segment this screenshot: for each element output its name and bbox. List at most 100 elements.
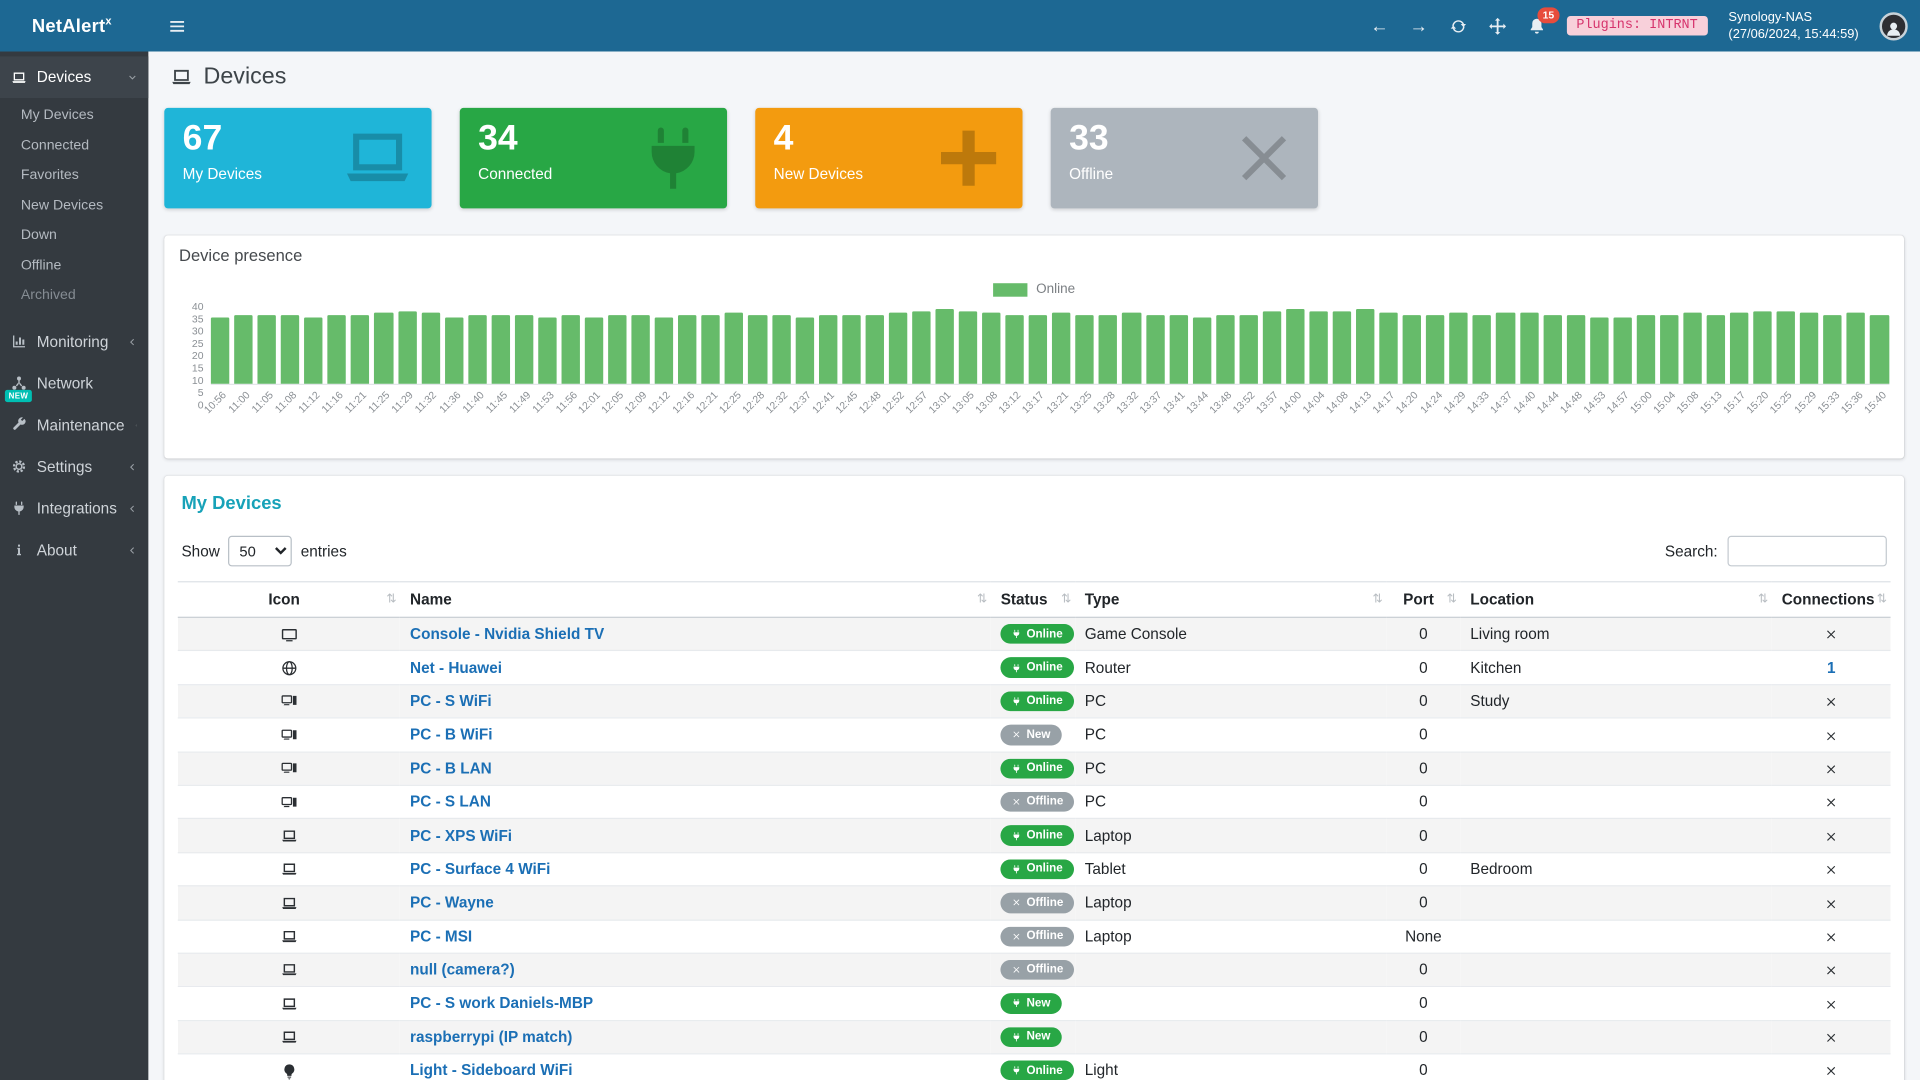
nav-back-button[interactable]: ← [1370,17,1388,35]
device-type-icon [280,1029,297,1046]
status-badge: Offline [1001,792,1075,812]
sidebar-item-settings[interactable]: Settings [0,446,148,488]
device-name-link[interactable]: PC - XPS WiFi [410,827,512,844]
no-connections-icon [1824,830,1837,843]
stat-card[interactable]: 4 New Devices [755,108,1022,209]
chart-bar [678,315,696,384]
x-tick: 11:45 [483,389,510,416]
col-header-connections[interactable]: Connections⇅ [1772,582,1891,618]
device-location [1460,718,1771,752]
no-connections-icon [1824,863,1837,876]
device-name-link[interactable]: PC - MSI [410,928,472,945]
chart-bar [445,317,463,384]
sort-icon: ⇅ [977,593,987,606]
connections-link[interactable]: 1 [1827,659,1836,676]
sidebar-item-maintenance[interactable]: Maintenance [0,404,148,446]
chart-bar [935,309,953,384]
sidebar-item-label: Integrations [37,500,117,517]
sidebar-item-label: Maintenance [37,416,125,433]
sidebar-item-down[interactable]: Down [0,221,148,251]
device-type: Light [1075,1054,1386,1080]
avatar[interactable] [1880,12,1908,40]
x-tick: 11:12 [296,389,323,416]
device-name-link[interactable]: Console - Nvidia Shield TV [410,626,604,643]
x-tick: 11:56 [553,389,580,416]
status-icon [1012,696,1022,706]
device-connections [1772,886,1891,920]
sidebar-item-devices[interactable]: Devices [0,56,148,98]
sidebar-item-integrations[interactable]: Integrations [0,487,148,529]
chart-bar [1006,315,1024,384]
device-connections [1772,920,1891,954]
status-badge: Online [1001,859,1074,879]
sidebar-item-favorites[interactable]: Favorites [0,161,148,191]
device-port: 0 [1386,1020,1460,1054]
hamburger-icon [168,17,186,35]
device-port: 0 [1386,1054,1460,1080]
search-label: Search: [1665,543,1718,560]
device-name-link[interactable]: PC - Surface 4 WiFi [410,861,550,878]
search-input[interactable] [1728,536,1887,567]
col-header-type[interactable]: Type⇅ [1075,582,1386,618]
move-icon [1488,17,1506,35]
gear-icon [11,459,27,475]
new-version-badge[interactable]: NEW [5,390,32,402]
brand-logo[interactable]: NetAlertx [0,0,148,51]
sidebar-item-archived[interactable]: Archived [0,281,148,311]
chart-bar [374,313,392,384]
device-name-link[interactable]: null (camera?) [410,961,515,978]
plugins-status-badge[interactable]: Plugins: INTRNT [1567,16,1708,36]
chart-bar [1473,315,1491,384]
device-name-link[interactable]: PC - Wayne [410,894,494,911]
sidebar-item-offline[interactable]: Offline [0,251,148,281]
x-tick: 11:49 [506,389,533,416]
x-tick: 11:40 [459,389,486,416]
device-name-link[interactable]: Light - Sideboard WiFi [410,1062,572,1079]
col-header-location[interactable]: Location⇅ [1460,582,1771,618]
device-type: PC [1075,684,1386,718]
device-name-link[interactable]: raspberrypi (IP match) [410,1029,572,1046]
notifications-button[interactable]: 15 [1527,17,1545,35]
sidebar-item-connected[interactable]: Connected [0,131,148,161]
entries-label: entries [301,543,347,560]
chart-legend[interactable]: Online [179,282,1889,297]
stat-card[interactable]: 34 Connected [460,108,727,209]
sort-icon: ⇅ [1372,593,1382,606]
col-header-icon[interactable]: Icon⇅ [178,582,400,618]
stat-card[interactable]: 33 Offline [1051,108,1318,209]
page-length-select[interactable]: 50 [228,536,292,567]
device-name-link[interactable]: PC - S work Daniels-MBP [410,995,593,1012]
device-connections [1772,1054,1891,1080]
device-name-link[interactable]: Net - Huawei [410,659,502,676]
refresh-button[interactable] [1449,17,1467,35]
col-header-name[interactable]: Name⇅ [400,582,991,618]
devices-submenu: My Devices Connected Favorites New Devic… [0,98,148,321]
nav-forward-button[interactable]: → [1410,17,1428,35]
sidebar-item-about[interactable]: About [0,529,148,571]
chart-bar [632,315,650,384]
no-connections-icon [1824,796,1837,809]
chart-bar [1753,311,1771,384]
device-name-link[interactable]: PC - B WiFi [410,726,492,743]
table-row: PC - Wayne Offline Laptop 0 [178,886,1891,920]
col-header-port[interactable]: Port⇅ [1386,582,1460,618]
x-tick: 11:00 [226,389,253,416]
chart-bar [1613,317,1631,384]
sidebar-item-monitoring[interactable]: Monitoring [0,321,148,363]
device-name-link[interactable]: PC - S WiFi [410,693,492,710]
sidebar-item-my-devices[interactable]: My Devices [0,101,148,131]
sidebar-item-new-devices[interactable]: New Devices [0,191,148,221]
device-type: PC [1075,785,1386,819]
chart-bar [1379,313,1397,384]
device-connections [1772,752,1891,786]
device-connections [1772,1020,1891,1054]
sidebar-toggle-button[interactable] [168,17,186,35]
chart-bar [421,313,439,384]
chart-bar [655,317,673,384]
stat-card[interactable]: 67 My Devices [164,108,431,209]
y-tick: 30 [192,325,204,337]
col-header-status[interactable]: Status⇅ [991,582,1075,618]
device-name-link[interactable]: PC - S LAN [410,793,491,810]
device-name-link[interactable]: PC - B LAN [410,760,492,777]
move-button[interactable] [1488,17,1506,35]
